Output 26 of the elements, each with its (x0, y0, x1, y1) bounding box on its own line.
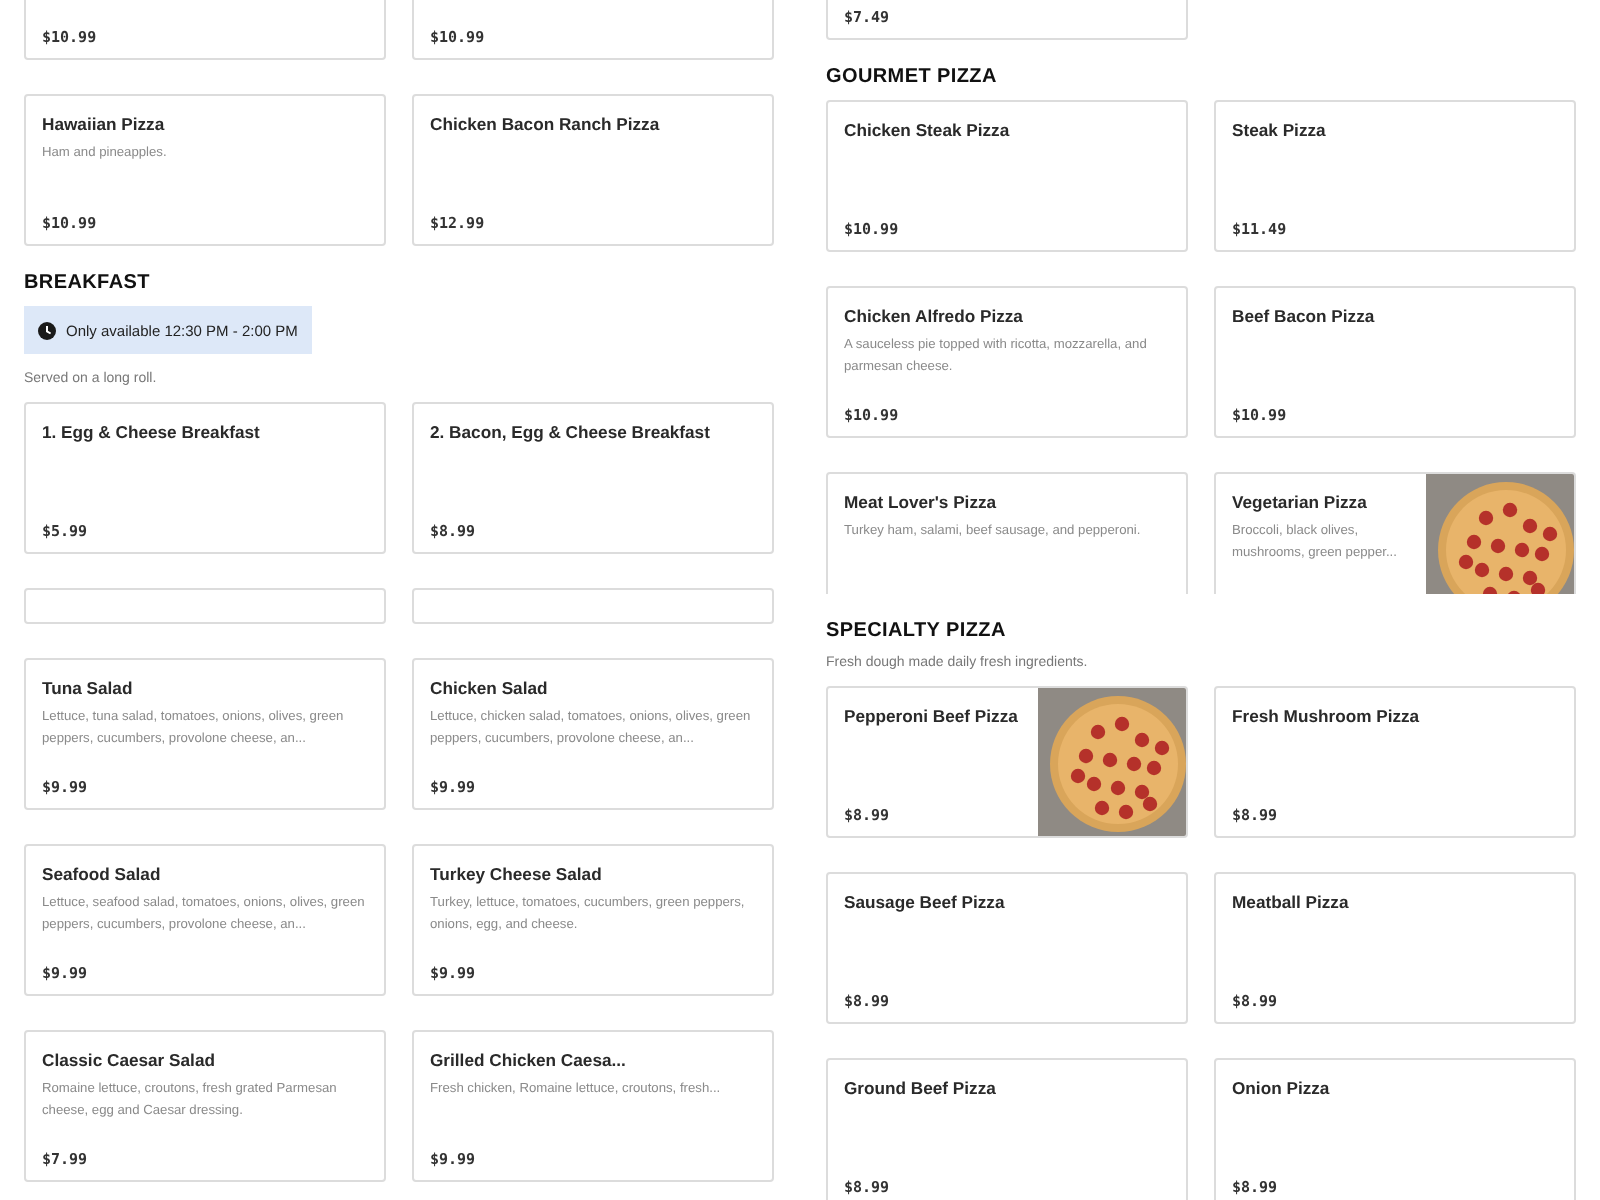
item-name: Hawaiian Pizza (42, 112, 167, 138)
item-name: Grilled Chicken Caesa... (430, 1048, 628, 1074)
item-name: Tuna Salad (42, 676, 135, 702)
item-name: Turkey Cheese Salad (430, 862, 604, 888)
item-name: Onion Pizza (1232, 1076, 1332, 1102)
item-name: 1. Egg & Cheese Breakfast (42, 420, 262, 446)
item-name: Chicken Alfredo Pizza (844, 304, 1025, 330)
item-name: Ground Beef Pizza (844, 1076, 998, 1102)
item-name: Pepperoni Beef Pizza (844, 704, 1020, 730)
item-name: 2. Bacon, Egg & Cheese Breakfast (430, 420, 712, 446)
clock-icon (38, 321, 56, 339)
item-name: Fresh Mushroom Pizza (1232, 704, 1422, 730)
item-name: Chicken Steak Pizza (844, 118, 1012, 144)
item-name: Steak Pizza (1232, 118, 1328, 144)
item-name: Vegetarian Pizza (1232, 490, 1369, 516)
item-name: Chicken Salad (430, 676, 550, 702)
item-name: Classic Caesar Salad (42, 1048, 217, 1074)
section-heading: SPECIALTY PIZZA (826, 618, 1008, 646)
item-name: Seafood Salad (42, 862, 163, 888)
item-name: Sausage Beef Pizza (844, 890, 1007, 916)
item-name: Beef Bacon Pizza (1232, 304, 1377, 330)
section-heading: BREAKFAST (24, 270, 152, 298)
item-name: Meatball Pizza (1232, 890, 1351, 916)
item-name: Meat Lover's Pizza (844, 490, 999, 516)
item-name: Chicken Bacon Ranch Pizza (430, 112, 662, 138)
section-heading: GOURMET PIZZA (826, 64, 999, 92)
